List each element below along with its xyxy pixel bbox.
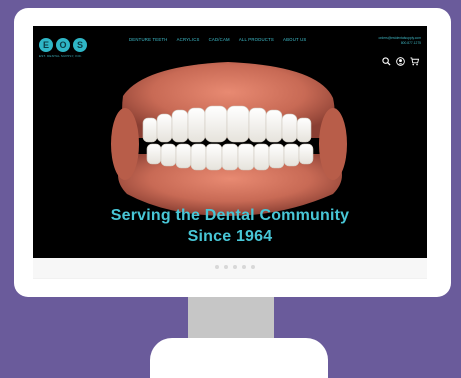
logo[interactable]: E O S EST. DENTAL SUPPLY, INC. xyxy=(39,38,93,68)
slider-dots xyxy=(215,265,255,269)
logo-tagline: EST. DENTAL SUPPLY, INC. xyxy=(39,54,83,58)
slider-dot[interactable] xyxy=(251,265,255,269)
slider-dot[interactable] xyxy=(215,265,219,269)
website-screen: E O S EST. DENTAL SUPPLY, INC. DENTURE T… xyxy=(33,26,427,279)
logo-circle-1: E xyxy=(39,38,53,52)
hero-banner: E O S EST. DENTAL SUPPLY, INC. DENTURE T… xyxy=(33,26,427,258)
header-icons xyxy=(382,57,419,66)
contact-phone[interactable]: 800.877.1275 xyxy=(378,41,421,46)
slider-bar xyxy=(33,258,427,278)
hero-subheadline: Since 1964 xyxy=(187,228,273,245)
slider-dot[interactable] xyxy=(242,265,246,269)
slider-dot[interactable] xyxy=(233,265,237,269)
slider-dot[interactable] xyxy=(224,265,228,269)
nav-cad-cam[interactable]: CAD/CAM xyxy=(209,37,230,42)
cart-icon[interactable] xyxy=(410,57,419,66)
logo-circle-2: O xyxy=(56,38,70,52)
contact-info: orders@estdentalsupply.com 800.877.1275 xyxy=(378,36,421,46)
monitor-stand-neck xyxy=(188,297,274,341)
user-icon[interactable] xyxy=(396,57,405,66)
monitor-stand-base xyxy=(150,338,328,378)
nav-about-us[interactable]: ABOUT US xyxy=(283,37,307,42)
main-nav: DENTURE TEETH ACRYLICS CAD/CAM ALL PRODU… xyxy=(129,37,307,42)
nav-acrylics[interactable]: ACRYLICS xyxy=(177,37,200,42)
nav-all-products[interactable]: ALL PRODUCTS xyxy=(239,37,274,42)
nav-denture-teeth[interactable]: DENTURE TEETH xyxy=(129,37,168,42)
search-icon[interactable] xyxy=(382,57,391,66)
hero-headline: Serving the Dental Community xyxy=(110,207,350,224)
logo-circle-3: S xyxy=(73,38,87,52)
